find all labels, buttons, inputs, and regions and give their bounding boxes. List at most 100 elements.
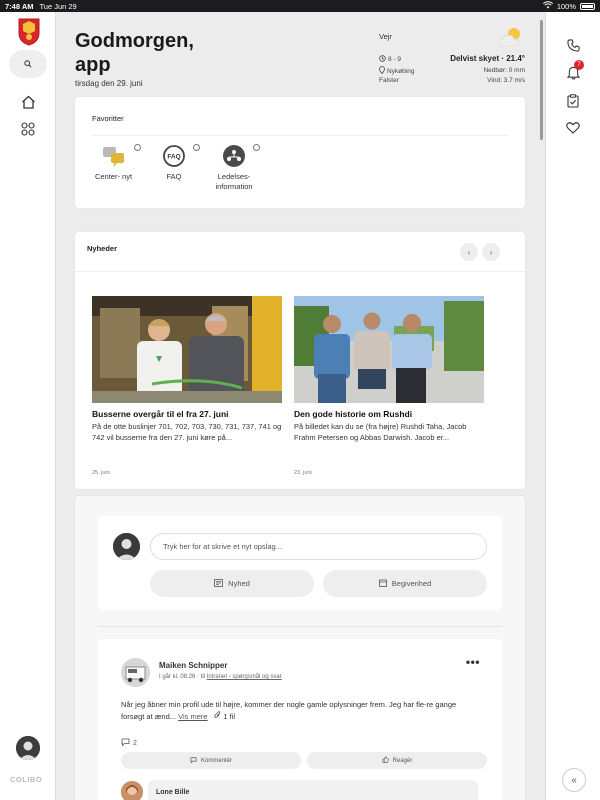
svg-text:FAQ: FAQ xyxy=(167,154,180,161)
divider xyxy=(92,135,508,136)
divider xyxy=(75,271,525,272)
show-more-link[interactable]: Vis mere xyxy=(178,712,207,721)
feed-card: Tryk her for at skrive et nyt opslag... … xyxy=(75,496,525,800)
chevron-left-icon: ‹ xyxy=(467,247,471,257)
page-title: Godmorgen, app xyxy=(75,30,194,76)
news-prev-button[interactable]: ‹ xyxy=(460,243,478,261)
status-time: 7:48 AM xyxy=(5,1,34,11)
post-timestamp: I går kl. 08:26 · til xyxy=(159,674,206,680)
weather-condition: Delvist skyet · 21.4° xyxy=(450,54,525,63)
status-date: Tue Jun 29 xyxy=(39,1,77,11)
municipality-logo[interactable] xyxy=(18,18,40,46)
new-post-input[interactable]: Tryk her for at skrive et nyt opslag... xyxy=(150,533,487,560)
new-event-button[interactable]: Begivenhed xyxy=(323,570,487,597)
center-nyt-icon xyxy=(102,144,126,168)
user-avatar[interactable] xyxy=(16,736,40,760)
notifications-icon[interactable]: 7 xyxy=(564,60,584,82)
battery-icon xyxy=(580,2,595,10)
comment-bubble-icon xyxy=(121,738,130,748)
feed-post: Maiken Schnipper I går kl. 08:26 · til I… xyxy=(98,639,502,800)
heart-icon[interactable] xyxy=(564,119,582,137)
clipboard-check-icon[interactable] xyxy=(564,92,582,110)
new-news-button[interactable]: Nyhed xyxy=(150,570,314,597)
comment-count[interactable]: 2 xyxy=(133,740,137,747)
new-event-label: Begivenhed xyxy=(391,579,432,588)
chevron-right-icon: › xyxy=(489,247,493,257)
page-date: tirsdag den 29. juni xyxy=(75,79,143,88)
search-button[interactable] xyxy=(9,50,47,78)
divider xyxy=(98,626,502,627)
news-date: 25. juni xyxy=(92,470,110,476)
partly-cloudy-icon xyxy=(498,26,524,48)
ledelses-icon xyxy=(222,144,246,168)
clock-icon xyxy=(379,55,386,64)
comment-box: Lone Bille xyxy=(148,780,478,800)
favorite-label: FAQ xyxy=(166,172,182,181)
news-card: Nyheder ‹ › Busserne overgår til el fra … xyxy=(75,232,525,489)
apps-grid-icon[interactable] xyxy=(18,119,38,139)
search-icon xyxy=(24,55,32,73)
faq-icon: FAQ xyxy=(162,144,186,168)
weather-wind: Vind: 3.7 m/s xyxy=(487,77,525,84)
news-excerpt: På billedet kan du se (fra højre) Rushdi… xyxy=(294,422,467,442)
attachment-icon xyxy=(214,711,223,721)
collapse-sidebar-button[interactable]: « xyxy=(562,768,586,792)
post-author-name[interactable]: Maiken Schnipper xyxy=(159,661,227,670)
news-title: Nyheder xyxy=(87,244,118,253)
main-content: Godmorgen, app tirsdag den 29. juni Vejr… xyxy=(56,12,545,800)
news-headline: Den gode historie om Rushdi xyxy=(294,409,413,419)
commenter-name[interactable]: Lone Bille xyxy=(156,789,189,796)
location-pin-icon xyxy=(379,66,385,76)
weather-hours: 8 - 9 xyxy=(388,56,402,63)
favorites-card: Favoritter Center- nyt FAQ FAQ Ledelses-… xyxy=(75,97,525,208)
favorite-select-radio[interactable] xyxy=(253,144,260,151)
weather-region: Falster xyxy=(379,77,399,84)
double-chevron-left-icon: « xyxy=(571,774,577,786)
status-bar: 7:48 AM Tue Jun 29 100% xyxy=(0,0,600,12)
left-sidebar: COLIBO xyxy=(0,12,56,800)
favorite-center-nyt[interactable]: Center- nyt xyxy=(91,144,136,182)
news-item[interactable]: Den gode historie om Rushdi På billedet … xyxy=(294,296,484,476)
weather-title: Vejr xyxy=(379,32,392,41)
colibo-logo: COLIBO xyxy=(10,775,43,784)
comment-icon xyxy=(190,756,197,765)
weather-rain: Nedbør: 0 mm xyxy=(483,67,525,74)
favorite-select-radio[interactable] xyxy=(134,144,141,151)
news-headline: Busserne overgår til el fra 27. juni xyxy=(92,409,229,419)
react-label: Reagér xyxy=(392,757,413,764)
commenter-avatar[interactable] xyxy=(121,781,143,800)
post-group-link[interactable]: Intranet - spørgsmål og svar xyxy=(207,674,282,680)
attachment-count[interactable]: 1 fil xyxy=(223,712,235,721)
battery-percent: 100% xyxy=(556,1,576,11)
favorite-ledelsesinformation[interactable]: Ledelses- information xyxy=(205,144,263,192)
favorites-title: Favoritter xyxy=(92,114,124,123)
wifi-icon xyxy=(542,1,553,11)
post-options-icon[interactable]: ••• xyxy=(466,655,480,669)
news-image-bus xyxy=(92,296,282,403)
new-news-label: Nyhed xyxy=(228,579,250,588)
news-excerpt: På de otte buslinjer 701, 702, 703, 730,… xyxy=(92,422,282,442)
composer-avatar xyxy=(113,533,140,560)
newspaper-icon xyxy=(214,578,224,589)
home-icon[interactable] xyxy=(18,92,38,112)
react-button[interactable]: Reagér xyxy=(307,752,487,769)
news-item[interactable]: Busserne overgår til el fra 27. juni På … xyxy=(92,296,282,476)
weather-location: Nykøbing xyxy=(387,67,415,75)
new-post-composer: Tryk her for at skrive et nyt opslag... … xyxy=(98,516,502,610)
favorite-label: Ledelses- information xyxy=(215,172,253,191)
calendar-icon xyxy=(378,579,387,589)
favorite-label: Center- nyt xyxy=(94,172,133,181)
comment-button[interactable]: Kommentér xyxy=(121,752,301,769)
favorite-select-radio[interactable] xyxy=(193,144,200,151)
news-image-rushdi xyxy=(294,296,484,403)
notification-badge: 7 xyxy=(574,60,584,70)
favorite-faq[interactable]: FAQ FAQ xyxy=(159,144,189,182)
author-avatar[interactable] xyxy=(121,658,150,687)
right-sidebar: 7 « xyxy=(545,12,600,800)
thumbs-up-icon xyxy=(382,756,389,765)
news-next-button[interactable]: › xyxy=(482,243,500,261)
phone-icon[interactable] xyxy=(564,36,582,54)
comment-label: Kommentér xyxy=(200,757,232,764)
news-date: 23. juni xyxy=(294,470,312,476)
post-body-text: Når jeg åbner min profil ude til højre, … xyxy=(121,700,457,721)
